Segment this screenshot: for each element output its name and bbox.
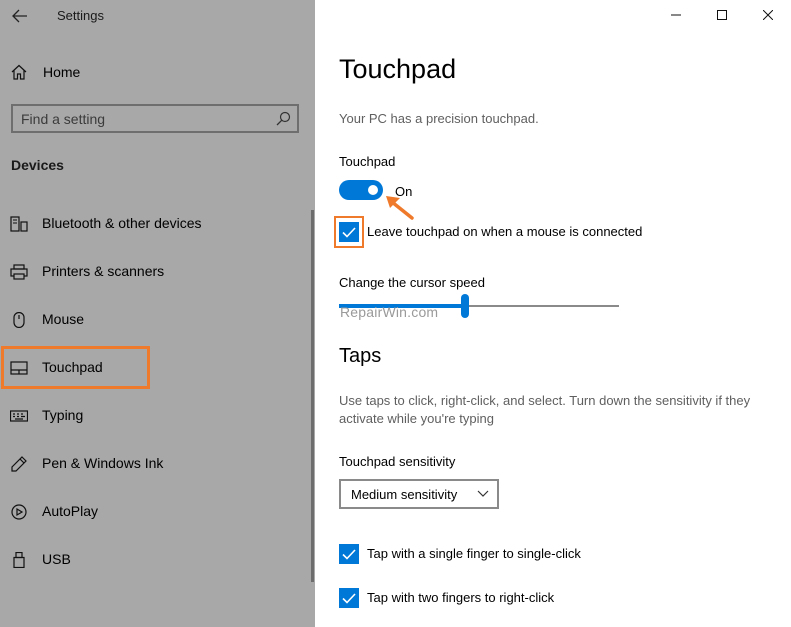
page-subtitle: Your PC has a precision touchpad. xyxy=(339,111,539,126)
window-controls xyxy=(653,0,791,30)
chevron-down-icon xyxy=(477,490,489,497)
sidebar-home[interactable]: Home xyxy=(0,56,315,88)
sidebar-item-bluetooth[interactable]: Bluetooth & other devices xyxy=(0,204,310,244)
minimize-icon xyxy=(671,14,681,16)
close-button[interactable] xyxy=(745,0,791,30)
touchpad-highlight-box xyxy=(1,346,150,389)
sidebar-item-pen[interactable]: Pen & Windows Ink xyxy=(0,444,310,484)
sensitivity-dropdown[interactable]: Medium sensitivity xyxy=(339,479,499,509)
back-arrow-icon xyxy=(12,9,27,23)
sidebar-item-mouse[interactable]: Mouse xyxy=(0,300,310,340)
search-box[interactable] xyxy=(11,104,299,133)
sensitivity-value: Medium sensitivity xyxy=(351,487,458,502)
search-icon[interactable] xyxy=(276,111,291,126)
sidebar-item-label: AutoPlay xyxy=(42,503,99,519)
checkbox-label: Tap with a single finger to single-click xyxy=(367,546,581,561)
sidebar-item-label: USB xyxy=(42,551,71,567)
sensitivity-label: Touchpad sensitivity xyxy=(339,454,456,469)
mouse-icon xyxy=(13,312,25,328)
sidebar-item-label: Pen & Windows Ink xyxy=(42,455,164,471)
touchpad-toggle[interactable] xyxy=(339,180,383,200)
home-label: Home xyxy=(43,64,81,80)
maximize-button[interactable] xyxy=(699,0,745,30)
checkbox-box[interactable] xyxy=(339,222,359,242)
back-button[interactable] xyxy=(8,4,32,28)
sidebar-item-typing[interactable]: Typing xyxy=(0,396,310,436)
checkbox-label: Leave touchpad on when a mouse is connec… xyxy=(367,224,643,239)
maximize-icon xyxy=(717,10,727,20)
taps-heading: Taps xyxy=(339,345,382,367)
page-title: Touchpad xyxy=(339,54,457,84)
close-icon xyxy=(763,10,773,20)
cursor-speed-thumb[interactable] xyxy=(461,294,469,318)
autoplay-icon xyxy=(11,504,27,520)
checkmark-icon xyxy=(342,548,356,560)
section-devices: Devices xyxy=(11,157,64,173)
bluetooth-devices-icon xyxy=(10,216,28,232)
annotation-arrow-icon xyxy=(386,196,414,220)
checkbox-label: Tap with two fingers to right-click xyxy=(367,590,555,605)
taps-description: Use taps to click, right-click, and sele… xyxy=(339,393,751,426)
sidebar-item-label: Printers & scanners xyxy=(42,263,165,279)
sidebar-item-label: Typing xyxy=(42,407,84,423)
checkmark-icon xyxy=(342,592,356,604)
app-title: Settings xyxy=(57,8,104,23)
toggle-knob xyxy=(368,185,378,195)
checkmark-icon xyxy=(342,226,356,238)
usb-icon xyxy=(13,552,25,568)
keyboard-icon xyxy=(10,410,28,422)
checkbox-box[interactable] xyxy=(339,588,359,608)
sidebar-scrollbar[interactable] xyxy=(311,210,314,582)
sidebar-item-label: Mouse xyxy=(42,311,85,327)
title-bar: Settings xyxy=(0,0,315,32)
pen-icon xyxy=(11,456,27,472)
home-icon xyxy=(11,64,27,80)
main-content: Touchpad Your PC has a precision touchpa… xyxy=(315,0,791,627)
sidebar: Settings Home Devices Bluetooth & other … xyxy=(0,0,315,627)
printer-icon xyxy=(10,264,28,280)
search-input[interactable] xyxy=(21,109,271,129)
watermark: RepairWin.com xyxy=(340,304,439,320)
minimize-button[interactable] xyxy=(653,0,699,30)
sidebar-item-label: Bluetooth & other devices xyxy=(42,215,202,231)
checkbox-box[interactable] xyxy=(339,544,359,564)
touchpad-toggle-label: Touchpad xyxy=(339,154,396,169)
sidebar-item-usb[interactable]: USB xyxy=(0,540,310,580)
sidebar-item-autoplay[interactable]: AutoPlay xyxy=(0,492,310,532)
cursor-speed-label: Change the cursor speed xyxy=(339,275,485,290)
sidebar-item-printers[interactable]: Printers & scanners xyxy=(0,252,310,292)
